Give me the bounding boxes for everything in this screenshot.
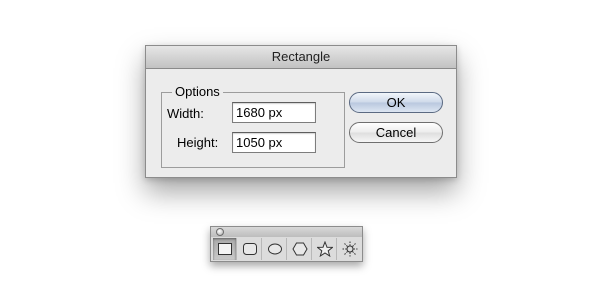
star-icon [316,241,333,257]
width-field[interactable] [232,102,316,123]
height-field[interactable] [232,132,316,153]
rectangle-icon [217,243,232,255]
options-group: Options Width: Height: [161,84,345,168]
rectangle-dialog: Rectangle Options Width: Height: OK Canc… [145,45,457,178]
ellipse-icon [267,243,282,255]
close-icon[interactable] [216,228,224,236]
palette-title-bar[interactable] [211,227,362,237]
flare-tool[interactable] [338,238,362,260]
dialog-title[interactable]: Rectangle [146,46,456,69]
flare-icon [342,241,358,257]
cancel-button[interactable]: Cancel [349,122,443,143]
polygon-tool[interactable] [288,238,312,260]
shape-tool-palette [210,226,363,262]
hexagon-icon [291,242,308,256]
rounded-rectangle-icon [242,243,257,255]
height-label: Height: [177,135,219,150]
options-legend: Options [172,84,223,100]
ok-button[interactable]: OK [349,92,443,113]
rounded-rectangle-tool[interactable] [238,238,262,260]
width-label: Width: [167,106,204,121]
ellipse-tool[interactable] [263,238,287,260]
star-tool[interactable] [313,238,337,260]
rectangle-tool[interactable] [213,238,237,260]
tool-row [213,238,363,261]
